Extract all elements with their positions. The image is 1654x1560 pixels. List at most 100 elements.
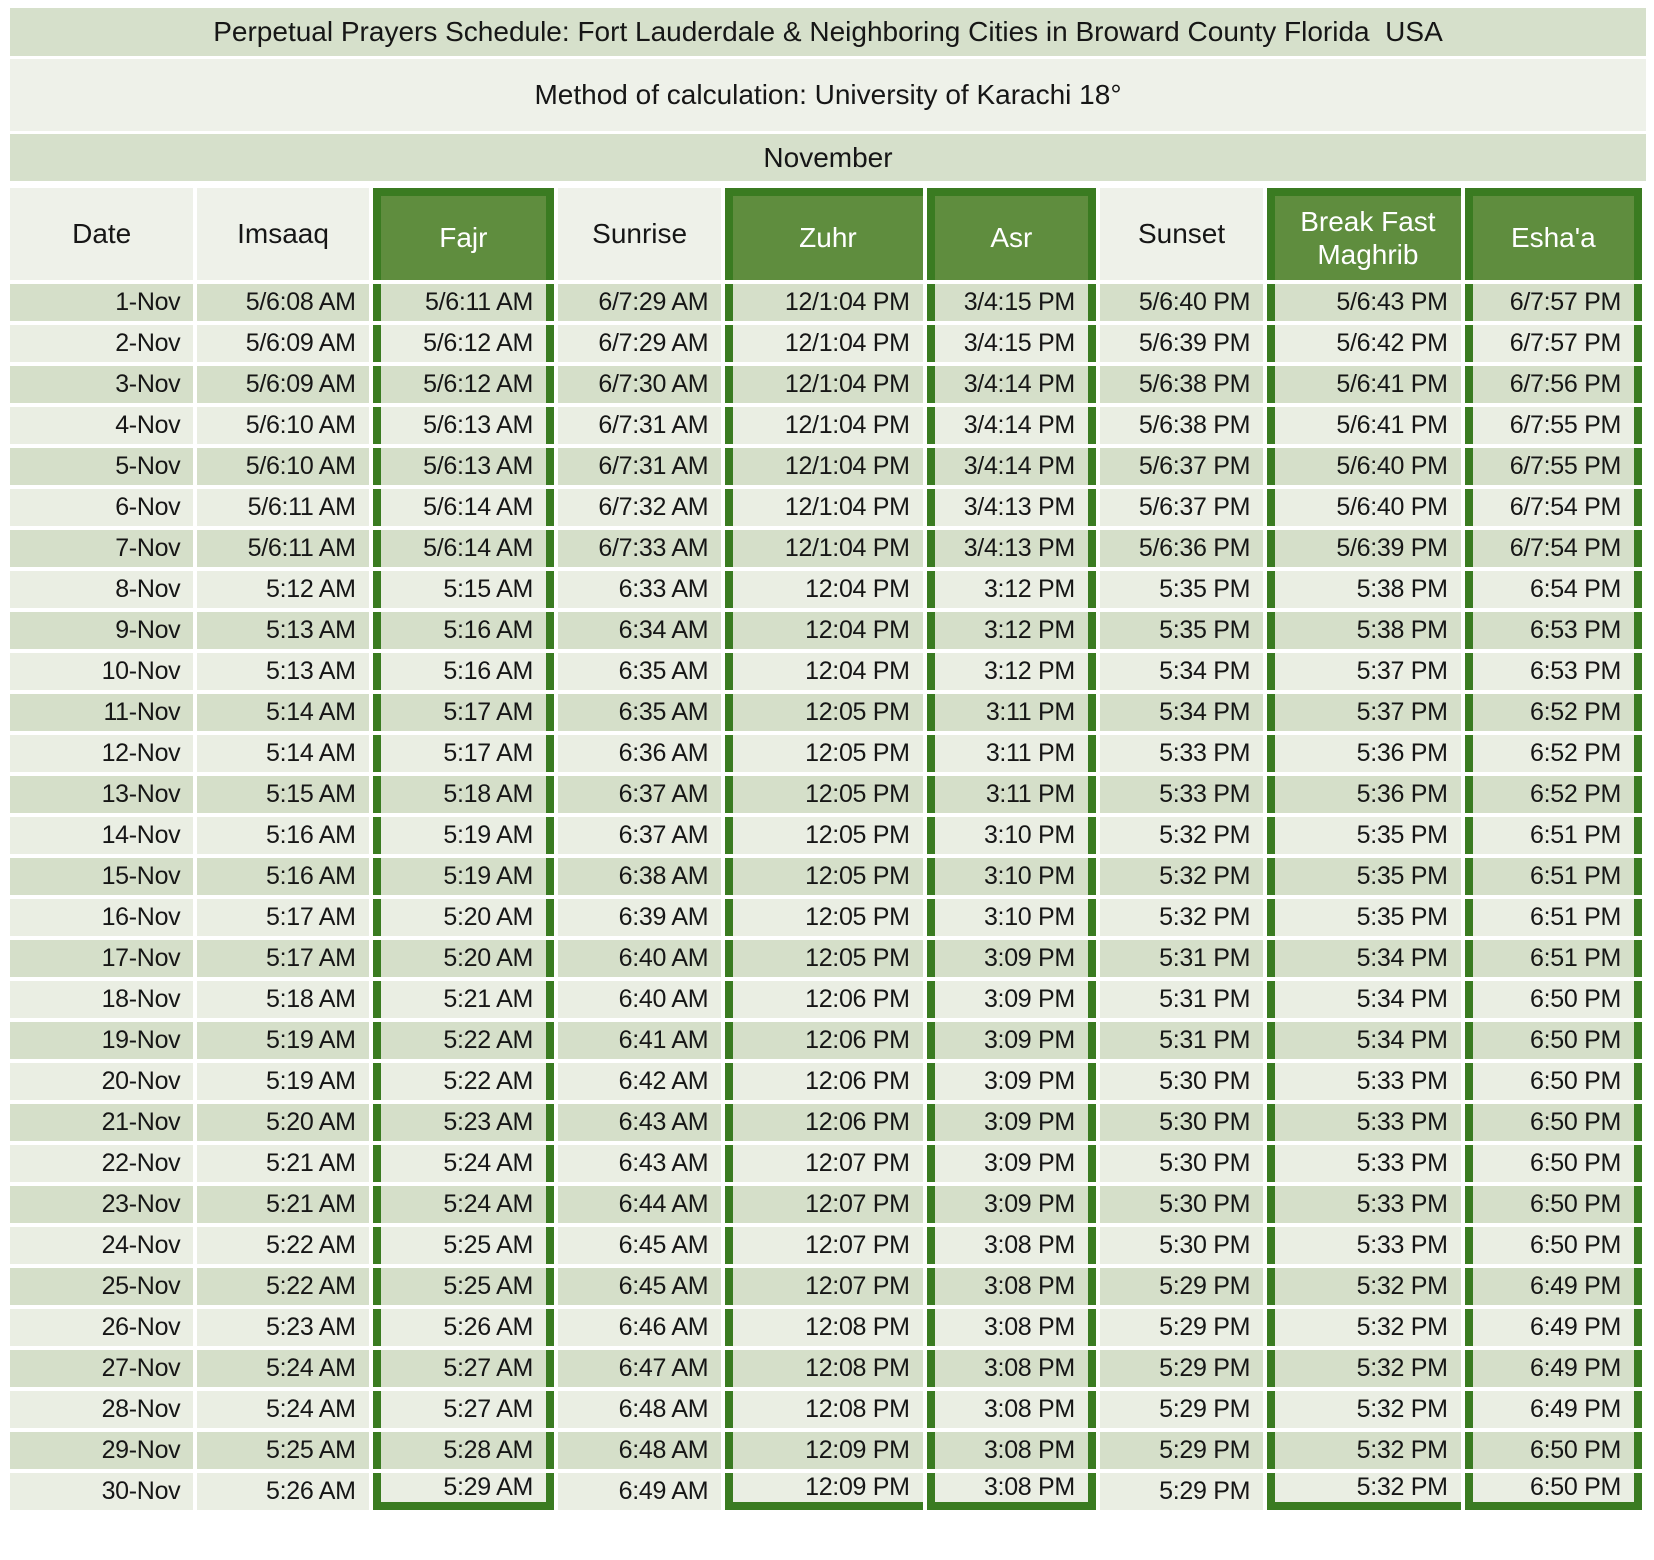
cell-sunset: 5:35 PM (1099, 571, 1264, 608)
page-title: Perpetual Prayers Schedule: Fort Lauderd… (10, 8, 1646, 56)
cell-zuhr: 12:05 PM (725, 776, 923, 813)
cell-asr: 3:09 PM (926, 1063, 1096, 1100)
cell-maghrib: 5:38 PM (1267, 571, 1461, 608)
table-row: 9-Nov 5:13 AM 5:16 AM 6:34 AM 12:04 PM 3:12 P… (10, 612, 1642, 649)
cell-eshaa: 6:51 PM (1464, 858, 1642, 895)
header-row: Date Imsaaq Fajr Sunrise Zuhr Asr Sunset Break … (10, 188, 1642, 280)
cell-maghrib: 5:35 PM (1267, 858, 1461, 895)
cell-sunset: 5/6:37 PM (1099, 448, 1264, 485)
cell-fajr: 5/6:11 AM (372, 284, 555, 321)
cell-sunrise: 6:41 AM (558, 1022, 722, 1059)
cell-sunset: 5:29 PM (1099, 1391, 1264, 1428)
cell-fajr: 5:27 AM (372, 1350, 555, 1387)
cell-sunset: 5/6:40 PM (1099, 284, 1264, 321)
cell-maghrib: 5:37 PM (1267, 653, 1461, 690)
cell-maghrib: 5/6:41 PM (1267, 407, 1461, 444)
cell-eshaa: 6:53 PM (1464, 653, 1642, 690)
cell-date: 8-Nov (10, 571, 194, 608)
table-row: 19-Nov 5:19 AM 5:22 AM 6:41 AM 12:06 PM 3:09 … (10, 1022, 1642, 1059)
cell-fajr: 5/6:14 AM (372, 530, 555, 567)
table-row: 1-Nov 5/6:08 AM 5/6:11 AM 6/7:29 AM 12/1:04 … (10, 284, 1642, 321)
cell-date: 29-Nov (10, 1432, 194, 1469)
cell-imsaaq: 5/6:08 AM (197, 284, 369, 321)
cell-date: 21-Nov (10, 1104, 194, 1141)
table-row: 14-Nov 5:16 AM 5:19 AM 6:37 AM 12:05 PM 3:10 … (10, 817, 1642, 854)
table-row: 22-Nov 5:21 AM 5:24 AM 6:43 AM 12:07 PM 3:09 … (10, 1145, 1642, 1182)
cell-sunrise: 6:35 AM (558, 694, 722, 731)
cell-imsaaq: 5/6:10 AM (197, 407, 369, 444)
cell-asr: 3:09 PM (926, 1104, 1096, 1141)
table-row: 18-Nov 5:18 AM 5:21 AM 6:40 AM 12:06 PM 3:09 … (10, 981, 1642, 1018)
cell-maghrib: 5:33 PM (1267, 1186, 1461, 1223)
cell-date: 3-Nov (10, 366, 194, 403)
cell-fajr: 5:16 AM (372, 653, 555, 690)
cell-eshaa: 6:53 PM (1464, 612, 1642, 649)
table-row: 16-Nov 5:17 AM 5:20 AM 6:39 AM 12:05 PM 3:10 … (10, 899, 1642, 936)
cell-imsaaq: 5:22 AM (197, 1227, 369, 1264)
cell-sunset: 5:29 PM (1099, 1350, 1264, 1387)
table-row: 2-Nov 5/6:09 AM 5/6:12 AM 6/7:29 AM 12/1:04 … (10, 325, 1642, 362)
cell-fajr: 5/6:13 AM (372, 448, 555, 485)
cell-sunrise: 6/7:29 AM (558, 284, 722, 321)
cell-sunset: 5:33 PM (1099, 776, 1264, 813)
cell-eshaa: 6:54 PM (1464, 571, 1642, 608)
cell-imsaaq: 5/6:11 AM (197, 530, 369, 567)
cell-asr: 3/4:15 PM (926, 284, 1096, 321)
cell-maghrib: 5/6:41 PM (1267, 366, 1461, 403)
cell-asr: 3/4:14 PM (926, 407, 1096, 444)
cell-date: 4-Nov (10, 407, 194, 444)
cell-zuhr: 12:04 PM (725, 653, 923, 690)
cell-maghrib: 5/6:40 PM (1267, 448, 1461, 485)
cell-date: 14-Nov (10, 817, 194, 854)
table-row: 24-Nov 5:22 AM 5:25 AM 6:45 AM 12:07 PM 3:08 … (10, 1227, 1642, 1264)
cell-imsaaq: 5:16 AM (197, 858, 369, 895)
cell-fajr: 5:25 AM (372, 1227, 555, 1264)
table-row: 30-Nov 5:26 AM 5:29 AM 6:49 AM 12:09 PM 3:08 … (10, 1473, 1642, 1510)
cell-sunrise: 6/7:31 AM (558, 407, 722, 444)
cell-fajr: 5:26 AM (372, 1309, 555, 1346)
table-row: 10-Nov 5:13 AM 5:16 AM 6:35 AM 12:04 PM 3:12 … (10, 653, 1642, 690)
cell-eshaa: 6:50 PM (1464, 1104, 1642, 1141)
table-row: 25-Nov 5:22 AM 5:25 AM 6:45 AM 12:07 PM 3:08 … (10, 1268, 1642, 1305)
cell-imsaaq: 5:12 AM (197, 571, 369, 608)
cell-maghrib: 5:38 PM (1267, 612, 1461, 649)
cell-maghrib: 5:32 PM (1267, 1350, 1461, 1387)
cell-zuhr: 12:09 PM (725, 1473, 923, 1510)
cell-eshaa: 6:50 PM (1464, 1432, 1642, 1469)
cell-sunrise: 6:43 AM (558, 1145, 722, 1182)
cell-date: 11-Nov (10, 694, 194, 731)
cell-sunrise: 6:45 AM (558, 1227, 722, 1264)
cell-maghrib: 5/6:42 PM (1267, 325, 1461, 362)
table-row: 4-Nov 5/6:10 AM 5/6:13 AM 6/7:31 AM 12/1:04 … (10, 407, 1642, 444)
cell-zuhr: 12:09 PM (725, 1432, 923, 1469)
cell-date: 7-Nov (10, 530, 194, 567)
cell-eshaa: 6:50 PM (1464, 981, 1642, 1018)
calculation-method: Method of calculation: University of Kar… (10, 59, 1646, 131)
cell-sunset: 5:31 PM (1099, 940, 1264, 977)
cell-eshaa: 6/7:55 PM (1464, 448, 1642, 485)
cell-zuhr: 12:05 PM (725, 817, 923, 854)
cell-zuhr: 12/1:04 PM (725, 448, 923, 485)
cell-fajr: 5:25 AM (372, 1268, 555, 1305)
cell-maghrib: 5:37 PM (1267, 694, 1461, 731)
cell-sunrise: 6:39 AM (558, 899, 722, 936)
cell-imsaaq: 5:25 AM (197, 1432, 369, 1469)
cell-sunrise: 6/7:30 AM (558, 366, 722, 403)
cell-zuhr: 12:05 PM (725, 940, 923, 977)
cell-asr: 3:08 PM (926, 1309, 1096, 1346)
cell-imsaaq: 5/6:10 AM (197, 448, 369, 485)
cell-fajr: 5:19 AM (372, 817, 555, 854)
cell-imsaaq: 5/6:11 AM (197, 489, 369, 526)
cell-asr: 3:08 PM (926, 1391, 1096, 1428)
cell-fajr: 5/6:14 AM (372, 489, 555, 526)
cell-asr: 3:09 PM (926, 940, 1096, 977)
cell-asr: 3:11 PM (926, 694, 1096, 731)
table-row: 20-Nov 5:19 AM 5:22 AM 6:42 AM 12:06 PM 3:09 … (10, 1063, 1642, 1100)
cell-eshaa: 6:50 PM (1464, 1022, 1642, 1059)
cell-asr: 3:08 PM (926, 1432, 1096, 1469)
cell-fajr: 5/6:12 AM (372, 325, 555, 362)
cell-sunset: 5:31 PM (1099, 1022, 1264, 1059)
cell-imsaaq: 5:17 AM (197, 940, 369, 977)
cell-sunrise: 6/7:29 AM (558, 325, 722, 362)
cell-date: 19-Nov (10, 1022, 194, 1059)
